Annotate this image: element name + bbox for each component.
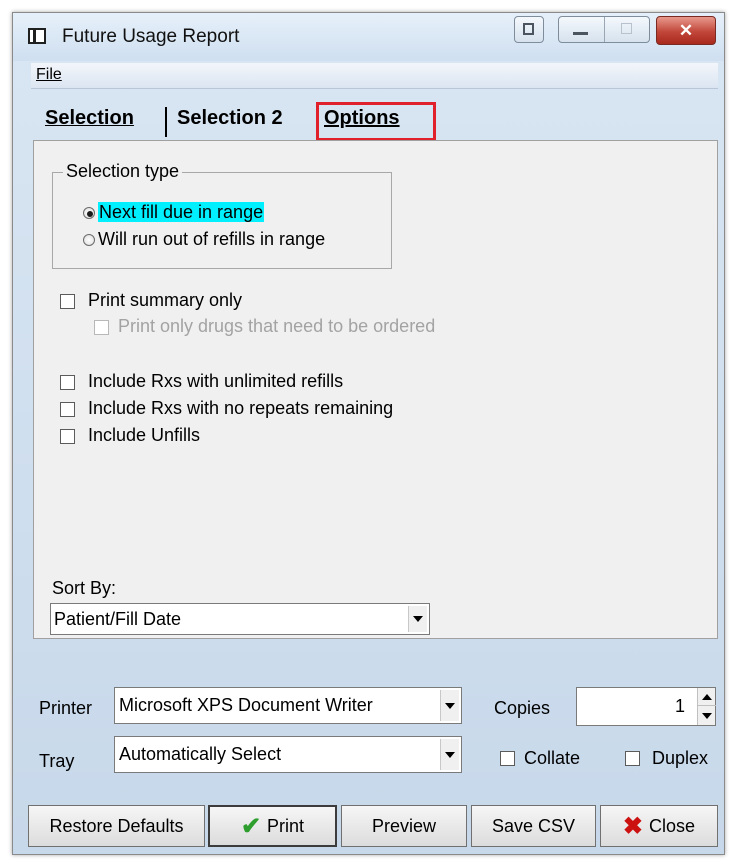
minimize-icon[interactable] xyxy=(559,17,604,42)
checkmark-icon: ✔ xyxy=(240,812,262,840)
copies-spinner xyxy=(697,688,716,725)
chevron-down-icon[interactable] xyxy=(408,606,427,632)
radio-next-fill[interactable] xyxy=(83,207,95,219)
copies-value[interactable]: 1 xyxy=(675,696,685,717)
sort-by-dropdown[interactable]: Patient/Fill Date xyxy=(50,603,430,635)
preview-button[interactable]: Preview xyxy=(341,805,467,847)
restore-defaults-label: Restore Defaults xyxy=(49,815,184,836)
menu-bar xyxy=(31,63,718,89)
copies-label: Copies xyxy=(494,698,551,718)
checkbox-collate[interactable] xyxy=(500,751,515,766)
save-csv-button[interactable]: Save CSV xyxy=(471,805,596,847)
checkbox-include-unfills[interactable] xyxy=(60,429,75,444)
app-window-icon xyxy=(28,28,46,44)
include-unfills-label[interactable]: Include Unfills xyxy=(88,425,200,446)
maximize-icon[interactable] xyxy=(604,17,649,42)
spin-up-icon[interactable] xyxy=(698,688,716,706)
tray-label: Tray xyxy=(39,751,75,771)
tab-options-highlight xyxy=(316,102,436,141)
radio-next-fill-label[interactable]: Next fill due in range xyxy=(98,202,265,223)
tab-selection-2[interactable]: Selection 2 xyxy=(177,107,283,130)
window-controls xyxy=(558,16,650,43)
copies-stepper[interactable]: 1 xyxy=(576,687,716,726)
close-window-icon[interactable]: ✕ xyxy=(656,16,716,45)
menu-file[interactable]: File xyxy=(36,66,62,84)
close-label: Close xyxy=(649,815,696,836)
selection-type-title: Selection type xyxy=(63,161,183,182)
printer-label: Printer xyxy=(39,698,93,718)
sort-by-label: Sort By: xyxy=(52,578,117,598)
close-button[interactable]: ✖ Close xyxy=(600,805,718,847)
tab-selection[interactable]: Selection xyxy=(45,107,134,130)
tray-dropdown[interactable]: Automatically Select xyxy=(114,736,462,773)
preview-label: Preview xyxy=(371,815,437,836)
checkbox-include-no-repeats[interactable] xyxy=(60,402,75,417)
tab-separator xyxy=(165,107,167,137)
radio-run-out[interactable] xyxy=(83,234,95,246)
checkbox-print-summary[interactable] xyxy=(60,294,75,309)
close-x-icon: ✖ xyxy=(622,812,644,840)
print-summary-label[interactable]: Print summary only xyxy=(88,290,242,311)
window-title: Future Usage Report xyxy=(62,26,240,47)
restore-window-icon[interactable] xyxy=(514,16,544,43)
tray-value: Automatically Select xyxy=(119,744,282,764)
printer-value: Microsoft XPS Document Writer xyxy=(119,695,373,715)
spin-down-icon[interactable] xyxy=(698,707,716,725)
radio-run-out-label[interactable]: Will run out of refills in range xyxy=(98,229,325,250)
include-unlimited-label[interactable]: Include Rxs with unlimited refills xyxy=(88,371,343,392)
save-csv-label: Save CSV xyxy=(491,815,576,836)
checkbox-duplex[interactable] xyxy=(625,751,640,766)
checkbox-print-only-drugs[interactable] xyxy=(94,320,109,335)
sort-by-value: Patient/Fill Date xyxy=(54,609,182,629)
print-label: Print xyxy=(267,815,305,836)
chevron-down-icon[interactable] xyxy=(440,690,459,721)
printer-dropdown[interactable]: Microsoft XPS Document Writer xyxy=(114,687,462,724)
checkbox-include-unlimited[interactable] xyxy=(60,375,75,390)
restore-defaults-button[interactable]: Restore Defaults xyxy=(28,805,205,847)
collate-label[interactable]: Collate xyxy=(524,748,580,769)
duplex-label[interactable]: Duplex xyxy=(652,748,708,769)
print-button[interactable]: ✔ Print xyxy=(208,805,337,847)
print-only-drugs-label: Print only drugs that need to be ordered xyxy=(118,316,436,336)
chevron-down-icon[interactable] xyxy=(440,739,459,770)
include-no-repeats-label[interactable]: Include Rxs with no repeats remaining xyxy=(88,398,393,419)
